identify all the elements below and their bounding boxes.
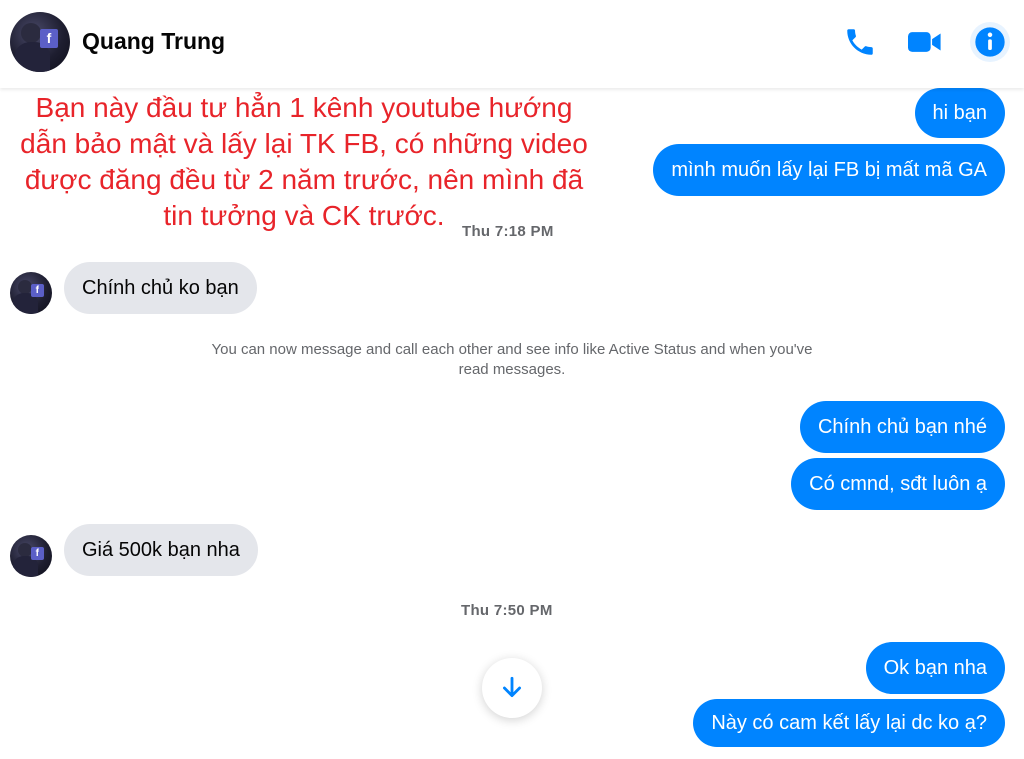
arrow-down-icon — [503, 676, 521, 697]
timestamp: Thu 7:50 PM — [461, 602, 553, 619]
contact-avatar[interactable]: f — [10, 12, 70, 72]
annotation-overlay-text: Bạn này đầu tư hẳn 1 kênh youtube hướng … — [20, 92, 588, 231]
outgoing-message[interactable]: hi bạn — [914, 88, 1005, 138]
conversation-header: f Quang Trung — [0, 0, 1024, 88]
outgoing-message[interactable]: Này có cam kết lấy lại dc ko ạ? — [693, 699, 1005, 747]
video-call-icon[interactable] — [905, 22, 945, 62]
contact-name[interactable]: Quang Trung — [82, 28, 225, 55]
outgoing-message[interactable]: Có cmnd, sđt luôn ạ — [791, 458, 1005, 510]
outgoing-message[interactable]: Chính chủ bạn nhé — [799, 401, 1005, 453]
conversation-info-icon[interactable] — [970, 22, 1010, 62]
phone-call-icon[interactable] — [840, 22, 880, 62]
scroll-to-bottom-button[interactable] — [482, 658, 542, 718]
contact-avatar-small: f — [10, 272, 52, 314]
outgoing-message[interactable]: Ok bạn nha — [865, 642, 1005, 694]
contact-avatar-small: f — [10, 535, 52, 577]
system-notice: You can now message and call each other … — [211, 341, 813, 378]
outgoing-message[interactable]: mình muốn lấy lại FB bị mất mã GA — [653, 144, 1005, 196]
incoming-message[interactable]: Giá 500k bạn nha — [64, 524, 258, 576]
incoming-message[interactable]: Chính chủ ko bạn — [64, 262, 257, 314]
